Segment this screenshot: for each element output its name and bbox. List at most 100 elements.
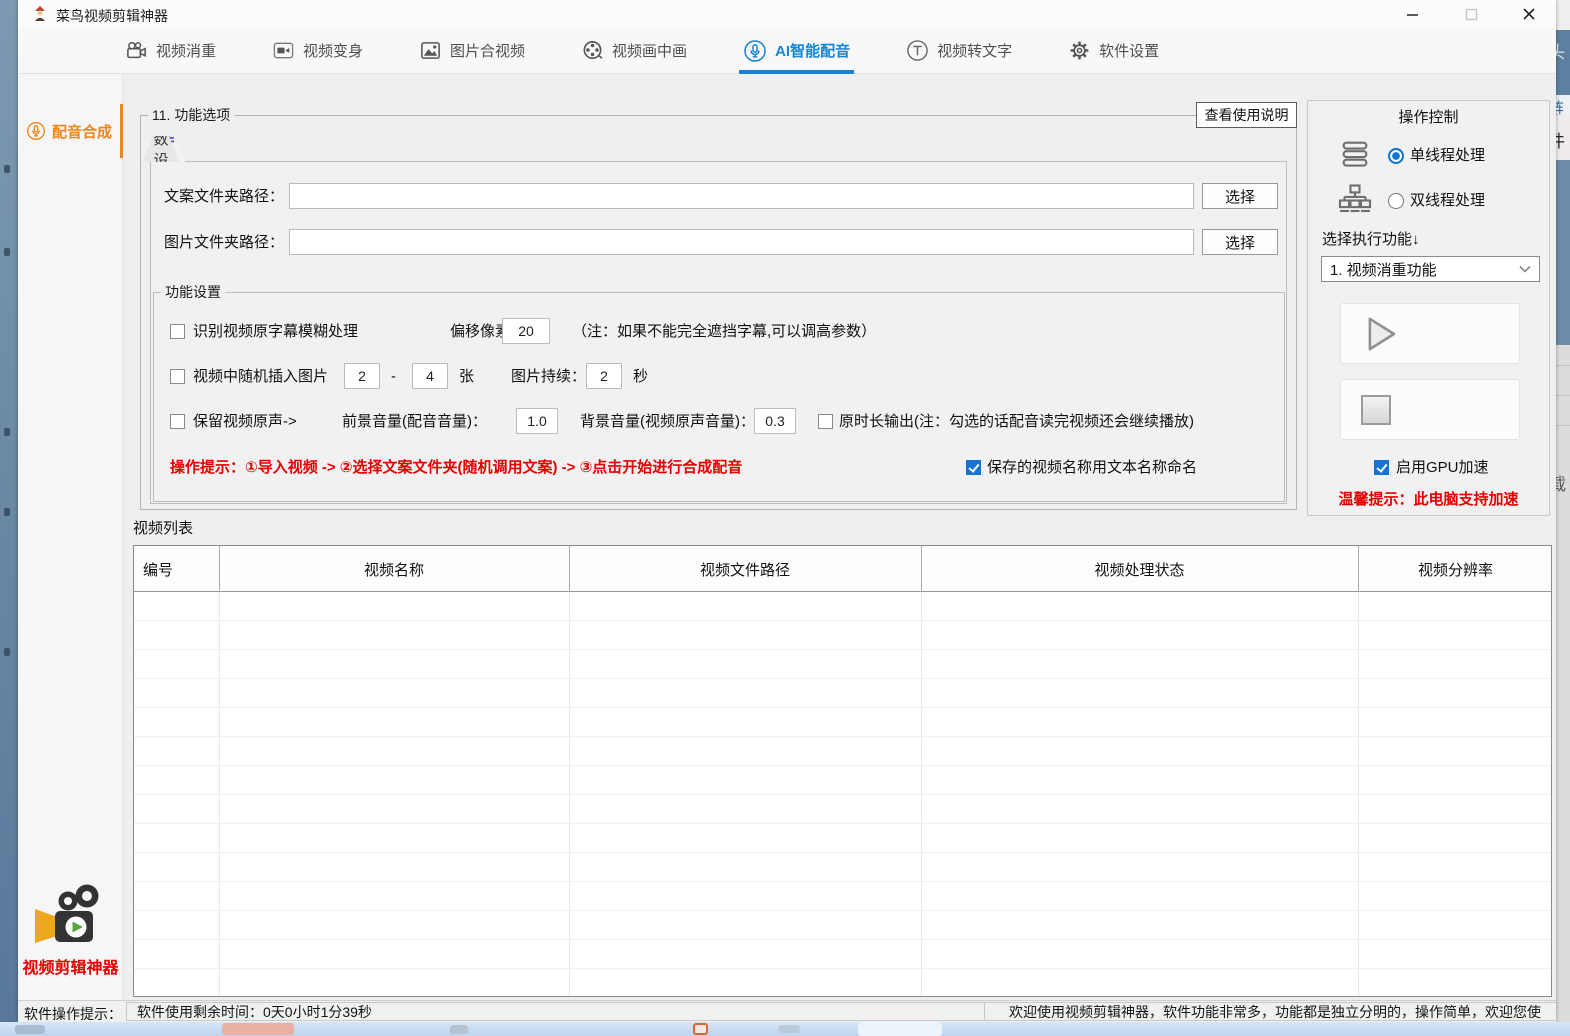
status-welcome-panel: 欢迎使用视频剪辑神器，软件功能非常多，功能都是独立分明的，操作简单，欢迎您使: [984, 1002, 1556, 1021]
tab-image-to-video[interactable]: 图片合视频: [419, 28, 525, 74]
column-divider-body: [569, 592, 570, 996]
background-right-strip: 头 链 件 载: [1556, 0, 1570, 1036]
sidebar: 配音合成 视频剪辑神器: [18, 74, 123, 1000]
group-title: 功能设置: [161, 284, 225, 301]
film-reel-icon: [581, 39, 604, 62]
save-name-label: 保存的视频名称用文本名称命名: [987, 459, 1197, 477]
maximize-button[interactable]: [1450, 0, 1492, 28]
keep-original-audio-checkbox[interactable]: [170, 414, 185, 429]
app-icon: [31, 5, 49, 23]
video-list-header: 编号 视频名称 视频文件路径 视频处理状态 视频分辨率: [134, 546, 1551, 592]
original-duration-checkbox[interactable]: [818, 414, 833, 429]
view-instructions-button[interactable]: 查看使用说明: [1196, 102, 1297, 128]
window-behind-fragment: 载: [1556, 345, 1570, 1022]
clipped-text-fragment: 头: [1556, 38, 1565, 63]
close-button[interactable]: [1508, 0, 1550, 28]
function-select[interactable]: 1. 视频消重功能: [1321, 256, 1540, 282]
tab-label: 视频画中画: [612, 40, 687, 61]
column-divider: [921, 546, 922, 592]
tab-label: 视频转文字: [937, 40, 1012, 61]
column-header-number: 编号: [134, 546, 219, 592]
column-header-file-path: 视频文件路径: [569, 546, 921, 592]
choose-text-folder-button[interactable]: 选择: [1202, 183, 1278, 209]
video-list-table: 编号 视频名称 视频文件路径 视频处理状态 视频分辨率: [133, 545, 1552, 997]
column-divider-body: [921, 592, 922, 996]
dual-thread-icon: [1336, 181, 1374, 217]
image-count-min-input[interactable]: [344, 363, 380, 389]
tab-label: 图片合视频: [450, 40, 525, 61]
image-count-max-input[interactable]: [412, 363, 448, 389]
status-bar: 软件操作提示： 软件使用剩余时间：0天0小时1分39秒 欢迎使用视频剪辑神器，软…: [18, 1000, 1556, 1022]
taskbar-fragment: [693, 1023, 708, 1035]
single-thread-radio[interactable]: [1388, 148, 1404, 164]
text-folder-path-input[interactable]: [289, 183, 1194, 209]
gpu-acceleration-checkbox[interactable]: [1374, 460, 1389, 475]
range-dash: -: [391, 368, 396, 386]
offset-pixels-input[interactable]: [502, 318, 550, 344]
group-title: 11. 功能选项: [148, 107, 234, 124]
column-divider-body: [219, 592, 220, 996]
tab-video-transform[interactable]: 视频变身: [272, 28, 363, 74]
gpu-support-note: 温馨提示：此电脑支持加速: [1308, 491, 1549, 509]
column-divider: [1358, 546, 1359, 592]
start-button[interactable]: [1340, 303, 1520, 364]
app-logo: [32, 880, 110, 950]
tab-video-pip[interactable]: 视频画中画: [581, 28, 687, 74]
minimize-icon: [1406, 8, 1419, 21]
image-folder-path-input[interactable]: [289, 229, 1194, 255]
image-count-unit: 张: [459, 368, 474, 386]
clipped-text-fragment: 件: [1556, 127, 1565, 152]
tab-video-dedupe[interactable]: 视频消重: [125, 28, 216, 74]
right-panel-title: 操作控制: [1308, 106, 1549, 127]
window-behind-fragment: [1556, 0, 1570, 30]
window-behind-fragment: 件: [1556, 115, 1570, 160]
foreground-volume-label: 前景音量(配音音量)：: [342, 413, 487, 431]
maximize-icon: [1465, 8, 1478, 21]
app-window: 菜鸟视频剪辑神器 视频消重: [18, 0, 1556, 1022]
subtitle-blur-checkbox[interactable]: [170, 324, 185, 339]
column-header-video-name: 视频名称: [219, 546, 569, 592]
clipped-text-fragment: 载: [1556, 470, 1566, 495]
taskbar-fragment: [858, 1022, 942, 1036]
image-duration-unit: 秒: [633, 368, 648, 386]
tab-video-to-text[interactable]: 视频转文字: [906, 28, 1012, 74]
screen: 头 链 件 载 菜鸟视频剪辑神器: [0, 0, 1570, 1036]
title-bar: 菜鸟视频剪辑神器: [18, 0, 1556, 28]
tab-software-settings[interactable]: 软件设置: [1068, 28, 1159, 74]
column-header-process-status: 视频处理状态: [921, 546, 1358, 592]
image-folder-label: 图片文件夹路径：: [164, 234, 284, 252]
app-logo-text: 视频剪辑神器: [18, 954, 123, 978]
dual-thread-radio[interactable]: [1388, 193, 1404, 209]
save-name-checkbox[interactable]: [966, 460, 981, 475]
background-taskbar: [0, 1022, 1570, 1036]
desktop-fragment: [4, 248, 10, 256]
background-volume-input[interactable]: [754, 408, 796, 434]
play-icon: [1361, 315, 1399, 353]
function-select-value: 1. 视频消重功能: [1330, 259, 1437, 280]
select-function-label: 选择执行功能↓: [1322, 231, 1420, 249]
offset-note: （注：如果不能完全遮挡字幕,可以调高参数）: [572, 323, 876, 341]
gear-icon: [1068, 39, 1091, 62]
window-title: 菜鸟视频剪辑神器: [56, 6, 168, 26]
choose-image-folder-button[interactable]: 选择: [1202, 229, 1278, 255]
image-duration-input[interactable]: [586, 363, 622, 389]
tab-label: 视频消重: [156, 40, 216, 61]
column-header-resolution: 视频分辨率: [1358, 546, 1553, 592]
tab-label: 软件设置: [1099, 40, 1159, 61]
text-circle-icon: [906, 39, 929, 62]
video-list-body: [134, 592, 1551, 996]
background-left-strip: [0, 0, 18, 1036]
column-divider-body: [1358, 592, 1359, 996]
single-thread-label: 单线程处理: [1410, 147, 1485, 165]
stop-button[interactable]: [1340, 379, 1520, 440]
random-image-insert-checkbox[interactable]: [170, 369, 185, 384]
minimize-button[interactable]: [1391, 0, 1433, 28]
sidebar-item-dubbing-synthesis[interactable]: 配音合成: [18, 100, 123, 162]
foreground-volume-input[interactable]: [516, 408, 558, 434]
operation-control-panel: 文案文件夹路径： 选择 图片文件夹路径： 选择 功能设置 识别视频原字幕模糊处理…: [150, 161, 1287, 504]
video-camera-icon: [272, 39, 295, 62]
operation-control-sidebox: 操作控制 单线程处理 双线程处理 选择执行功能↓ 1. 视频消重功能: [1307, 100, 1550, 516]
sidebar-item-label: 配音合成: [52, 121, 112, 142]
single-thread-icon: [1338, 137, 1372, 171]
tab-ai-dubbing[interactable]: AI智能配音: [743, 28, 850, 74]
